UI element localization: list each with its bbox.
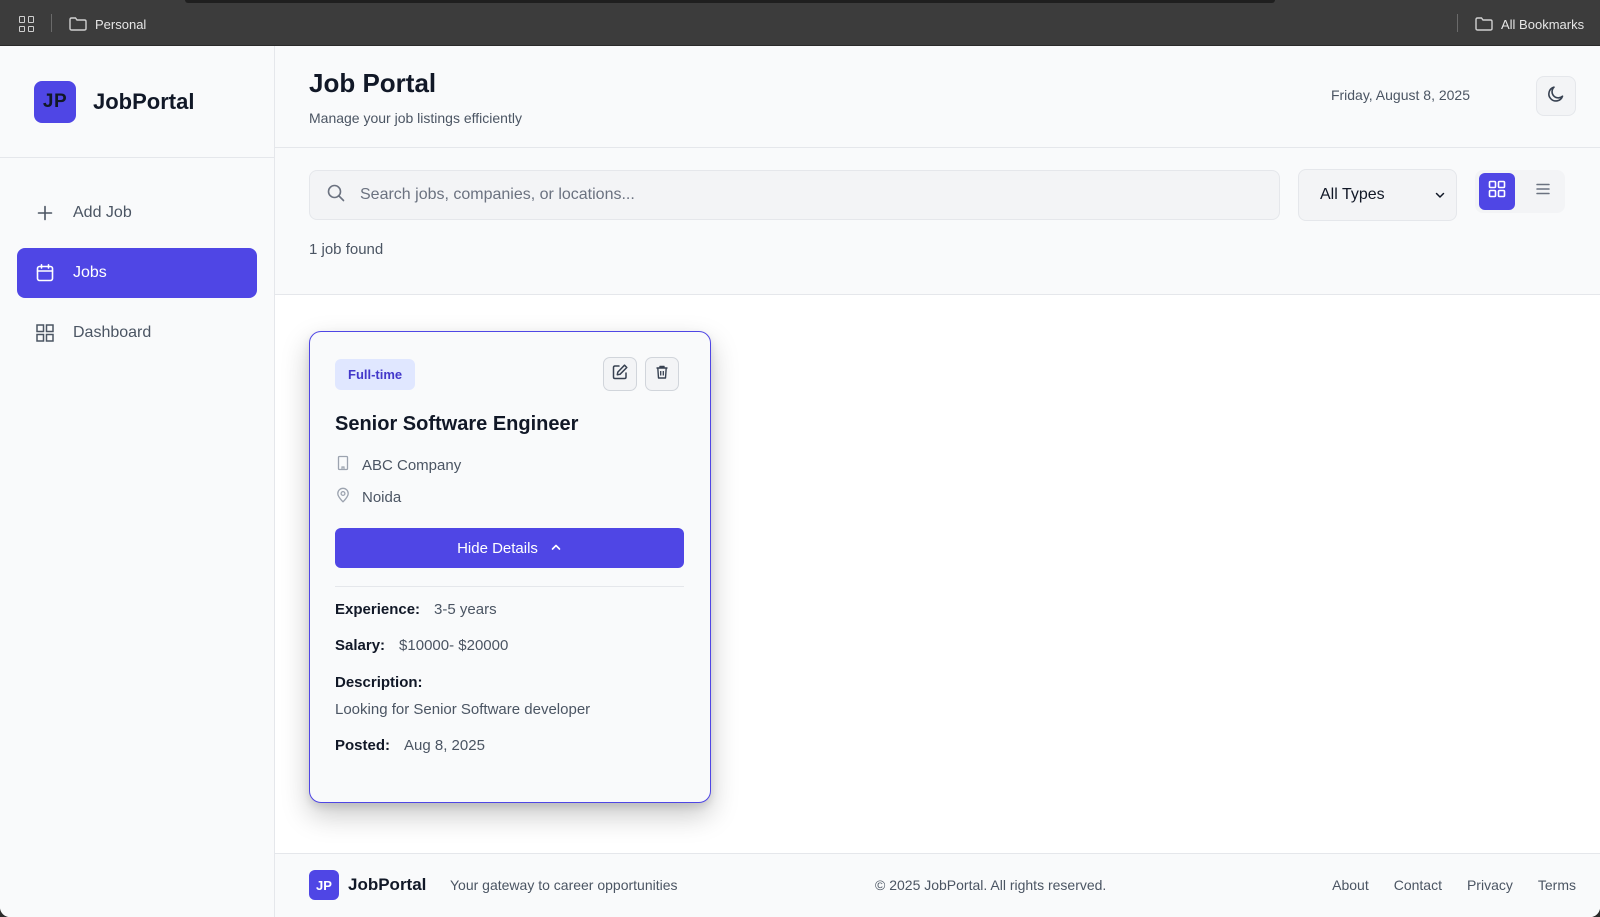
- bookmark-separator: [51, 14, 52, 32]
- job-type-badge: Full-time: [335, 359, 416, 390]
- search-icon: [326, 183, 346, 208]
- posted-value: Aug 8, 2025: [404, 737, 485, 754]
- bookmark-folder-all[interactable]: All Bookmarks: [1475, 14, 1584, 34]
- brand-logo: JP: [34, 80, 76, 123]
- hide-details-button[interactable]: Hide Details: [335, 528, 684, 568]
- description-label: Description:: [335, 674, 423, 691]
- job-type-select-value: All Types: [1320, 186, 1385, 203]
- moon-icon: [1546, 84, 1566, 109]
- description-text: Looking for Senior Software developer: [335, 701, 591, 718]
- sidebar-item-dashboard[interactable]: Dashboard: [17, 308, 257, 358]
- window-notch: [185, 0, 1275, 3]
- bookmark-folder-personal[interactable]: Personal: [69, 14, 146, 34]
- job-location: Noida: [335, 487, 401, 507]
- posted-label: Posted:: [335, 737, 391, 754]
- page-header: Job Portal Manage your job listings effi…: [275, 46, 1600, 148]
- footer-link-privacy[interactable]: Privacy: [1467, 877, 1513, 893]
- job-description: Looking for Senior Software developer: [335, 701, 590, 718]
- search-input[interactable]: [360, 186, 1240, 204]
- folder-icon: [69, 17, 87, 31]
- app-window: JP JobPortal Add Job Jobs Dashboard Job …: [0, 46, 1600, 917]
- folder-icon: [1475, 17, 1493, 31]
- page-subtitle: Manage your job listings efficiently: [309, 110, 522, 126]
- grid-icon: [1488, 180, 1506, 203]
- job-description-heading: Description:: [335, 674, 423, 691]
- salary-value: $10000- $20000: [399, 637, 509, 654]
- search-box: [309, 170, 1280, 220]
- theme-toggle-button[interactable]: [1536, 76, 1576, 116]
- footer-links: About Contact Privacy Terms: [1332, 877, 1576, 893]
- page-title: Job Portal: [309, 68, 437, 98]
- job-experience: Experience: 3-5 years: [335, 601, 497, 618]
- job-location-name: Noida: [362, 488, 402, 506]
- bookmark-folder-label: All Bookmarks: [1501, 16, 1585, 32]
- page-footer: JP JobPortal Your gateway to career oppo…: [275, 853, 1600, 917]
- job-title: Senior Software Engineer: [335, 413, 579, 435]
- grid-icon: [35, 323, 55, 343]
- sidebar-item-label: Add Job: [73, 204, 132, 221]
- footer-link-about[interactable]: About: [1332, 877, 1369, 893]
- sidebar-item-label: Dashboard: [73, 324, 152, 341]
- footer-copyright: © 2025 JobPortal. All rights reserved.: [875, 877, 1107, 893]
- grid-view-button[interactable]: [1479, 173, 1515, 210]
- footer-brand-name: JobPortal: [348, 875, 427, 894]
- experience-label: Experience:: [335, 601, 421, 618]
- calendar-icon: [35, 263, 55, 283]
- filter-toolbar: All Types 1 job found: [275, 148, 1600, 295]
- experience-value: 3-5 years: [434, 601, 497, 618]
- job-posted: Posted: Aug 8, 2025: [335, 737, 485, 754]
- building-icon: [335, 455, 351, 475]
- main-content: Job Portal Manage your job listings effi…: [275, 46, 1600, 917]
- brand-name: JobPortal: [93, 88, 195, 114]
- hide-details-label: Hide Details: [457, 539, 538, 557]
- sidebar-item-add-job[interactable]: Add Job: [17, 188, 257, 238]
- current-date: Friday, August 8, 2025: [1330, 87, 1470, 103]
- delete-job-button[interactable]: [645, 357, 679, 391]
- job-company: ABC Company: [335, 455, 461, 475]
- sidebar-item-label: Jobs: [73, 264, 107, 281]
- footer-logo: JP: [309, 870, 339, 900]
- map-pin-icon: [335, 487, 351, 507]
- list-icon: [1535, 181, 1551, 202]
- job-salary: Salary: $10000- $20000: [335, 637, 508, 654]
- result-count: 1 job found: [309, 241, 384, 258]
- edit-job-button[interactable]: [603, 357, 637, 391]
- sidebar-nav: Add Job Jobs Dashboard: [0, 158, 274, 358]
- footer-link-contact[interactable]: Contact: [1394, 877, 1442, 893]
- chevron-down-icon: [1434, 188, 1446, 206]
- sidebar-brand[interactable]: JP JobPortal: [0, 46, 274, 158]
- job-company-name: ABC Company: [362, 456, 462, 474]
- job-type-select[interactable]: All Types: [1298, 169, 1457, 221]
- card-divider: [335, 586, 684, 587]
- footer-link-terms[interactable]: Terms: [1538, 877, 1576, 893]
- edit-icon: [611, 363, 629, 386]
- bookmark-separator: [1457, 14, 1458, 32]
- trash-icon: [654, 364, 670, 385]
- chevron-up-icon: [550, 540, 562, 557]
- plus-icon: [35, 203, 55, 223]
- browser-bookmark-bar: Personal All Bookmarks: [0, 0, 1600, 46]
- salary-label: Salary:: [335, 637, 386, 654]
- list-view-button[interactable]: [1525, 173, 1561, 210]
- apps-grid-icon[interactable]: [19, 16, 35, 32]
- job-card: Full-time Senior Software Engineer ABC C…: [309, 331, 711, 803]
- sidebar-item-jobs[interactable]: Jobs: [17, 248, 257, 298]
- sidebar: JP JobPortal Add Job Jobs Dashboard: [0, 46, 275, 917]
- bookmark-folder-label: Personal: [95, 16, 147, 32]
- footer-tagline: Your gateway to career opportunities: [450, 877, 678, 893]
- view-mode-toggle: [1475, 170, 1565, 213]
